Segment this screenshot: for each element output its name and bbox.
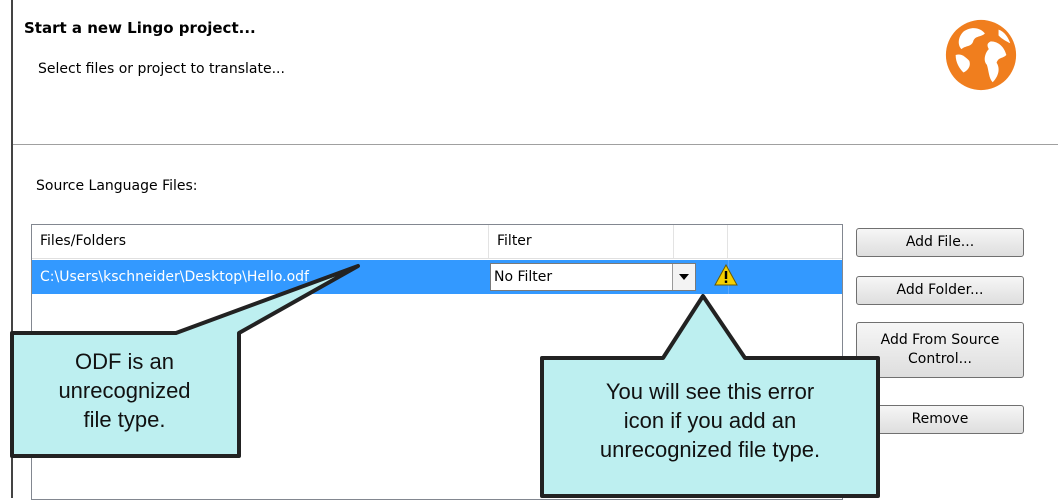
right-callout-line3: unrecognized file type. <box>599 437 821 462</box>
left-callout-line3: file type. <box>83 407 166 432</box>
right-callout-line2: icon if you add an <box>623 408 797 433</box>
left-callout-line2: unrecognized <box>58 378 191 403</box>
left-callout-line1: ODF is an <box>74 349 175 374</box>
right-callout-text: You will see this error icon if you add … <box>545 377 875 464</box>
left-callout-text: ODF is an unrecognized file type. <box>12 347 237 434</box>
right-callout-line1: You will see this error <box>605 379 815 404</box>
